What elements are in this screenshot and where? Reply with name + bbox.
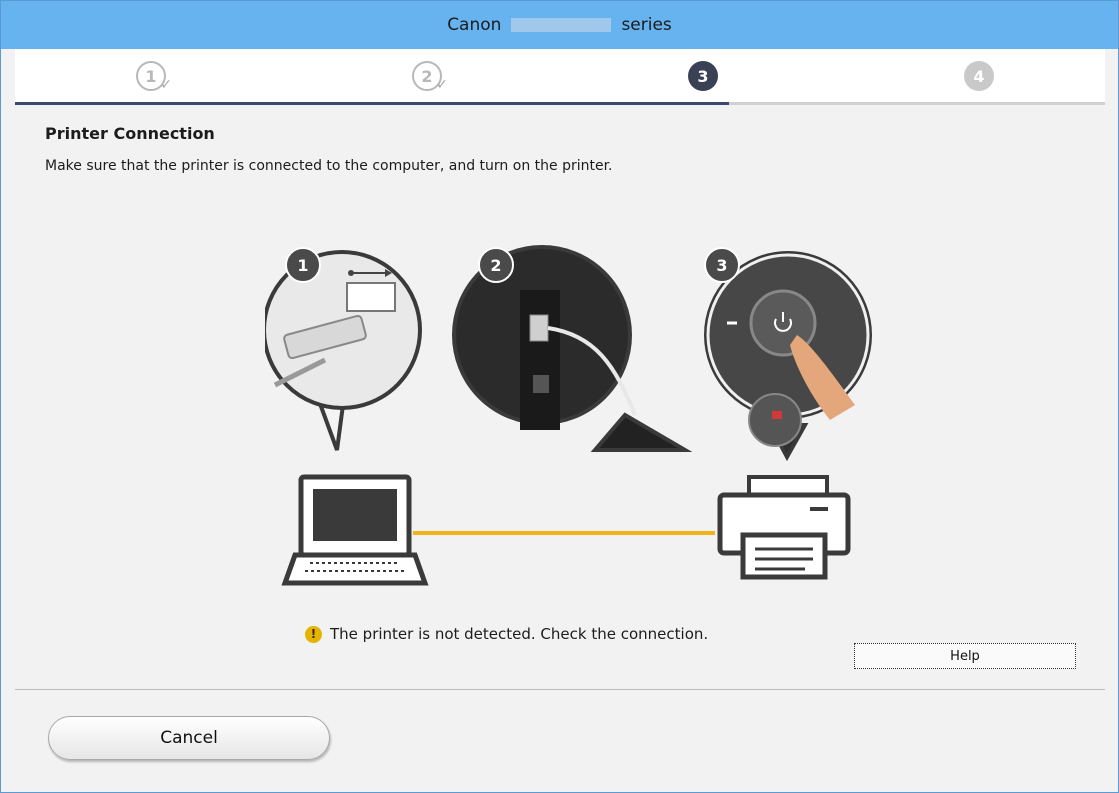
step-4-pending: 4 [964, 61, 994, 91]
warning-icon: ! [305, 625, 322, 643]
connection-illustration: 1 2 3 [265, 245, 872, 586]
step-indicator: 1 ✓ 2 ✓ 3 4 [15, 49, 1105, 105]
installer-window: Canon series 1 ✓ 2 ✓ 3 4 Printer Connect… [0, 0, 1119, 793]
svg-text:3: 3 [716, 256, 727, 275]
window-title: Canon series [1, 1, 1118, 49]
step-badge-2: 2 [478, 247, 514, 283]
step-number: 3 [697, 66, 709, 86]
step-2-done: 2 ✓ [412, 61, 448, 93]
step-number: 2 [421, 66, 433, 86]
instruction-text: Make sure that the printer is connected … [45, 158, 613, 174]
cancel-button[interactable]: Cancel [48, 716, 330, 760]
main-content: Printer Connection Make sure that the pr… [15, 105, 1105, 689]
step-number: 1 [145, 66, 157, 86]
checkmark-icon: ✓ [436, 77, 448, 93]
step-badge-1: 1 [285, 247, 321, 283]
status-text: The printer is not detected. Check the c… [330, 625, 709, 643]
printer-icon [717, 475, 851, 580]
laptop-icon [281, 474, 429, 586]
svg-text:2: 2 [490, 256, 501, 275]
help-button[interactable]: Help [854, 643, 1076, 669]
svg-text:1: 1 [297, 256, 308, 275]
redacted-model-name [511, 18, 612, 32]
step-1-done: 1 ✓ [136, 61, 172, 93]
step-badge-3: 3 [704, 247, 740, 283]
step-3-current: 3 [688, 61, 718, 91]
title-suffix: series [621, 15, 672, 35]
power-button-bubble [704, 251, 872, 462]
page-title: Printer Connection [45, 124, 215, 143]
usb-port-bubble [265, 250, 422, 451]
title-prefix: Canon [447, 15, 502, 35]
status-message: ! The printer is not detected. Check the… [305, 625, 708, 643]
footer: Cancel [15, 690, 1105, 788]
step-number: 4 [973, 66, 985, 86]
checkmark-icon: ✓ [160, 77, 172, 93]
title-bar: Canon series [1, 1, 1118, 49]
